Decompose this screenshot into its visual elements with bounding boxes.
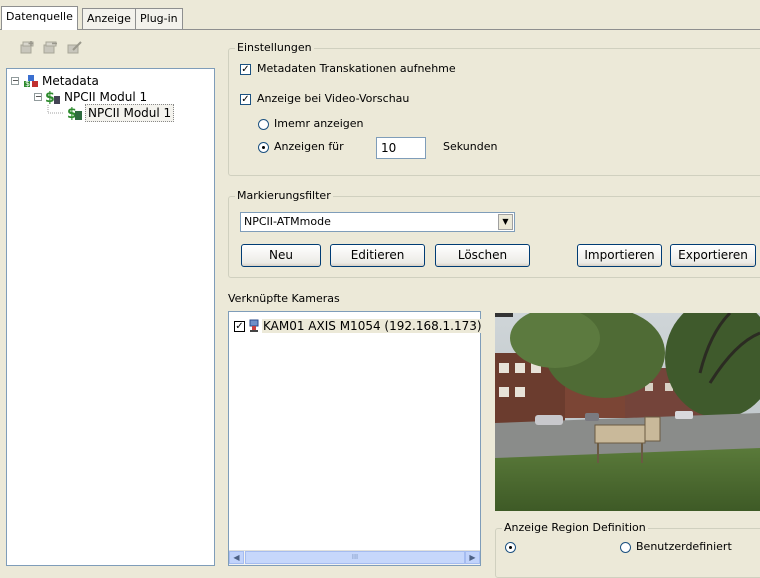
datasource-tree[interactable]: − $ Metadata − $ NPCII Modul 1 $ NPCII M…: [6, 68, 215, 566]
scroll-left-icon[interactable]: ◀: [229, 551, 244, 564]
tree-item-metadata[interactable]: − $ Metadata: [9, 73, 209, 89]
always-show-label: Imemr anzeigen: [274, 117, 364, 130]
delete-button[interactable]: Löschen: [435, 244, 530, 267]
einstellungen-title: Einstellungen: [235, 41, 314, 55]
tree-label-module-leaf: NPCII Modul 1: [85, 104, 175, 122]
tab-anzeige[interactable]: Anzeige: [82, 8, 136, 29]
region-default-radio[interactable]: [505, 542, 516, 553]
camera-checkbox[interactable]: ✓: [234, 321, 245, 332]
list-item[interactable]: ✓ KAM01 AXIS M1054 (192.168.1.173): [233, 319, 483, 335]
collapse-icon[interactable]: −: [34, 93, 42, 101]
collapse-icon[interactable]: −: [11, 77, 19, 85]
camera-list[interactable]: ✓ KAM01 AXIS M1054 (192.168.1.173) ◀ III…: [228, 311, 483, 566]
always-show-radio[interactable]: [258, 119, 269, 130]
remove-icon[interactable]: [43, 40, 59, 54]
tab-bar: Datenquelle Anzeige Plug-in: [0, 0, 760, 30]
tree-connector: [47, 105, 64, 114]
metadata-icon: $: [24, 75, 38, 88]
cameras-title: Verknüpfte Kameras: [228, 292, 340, 305]
markierungsfilter-title: Markierungsfilter: [235, 189, 333, 203]
add-icon[interactable]: [20, 40, 36, 54]
transactions-checkbox[interactable]: ✓: [240, 64, 251, 75]
svg-text:$: $: [25, 79, 30, 88]
new-button[interactable]: Neu: [241, 244, 321, 267]
module-leaf-icon: $: [67, 106, 82, 121]
camera-preview-image: [495, 313, 760, 511]
scroll-thumb[interactable]: III: [245, 551, 465, 564]
camera-icon: [249, 319, 259, 332]
einstellungen-group: Einstellungen ✓ Metadaten Transkationen …: [228, 41, 760, 176]
tab-datenquelle[interactable]: Datenquelle: [1, 6, 78, 30]
chevron-down-icon[interactable]: ▼: [498, 214, 513, 230]
markierungsfilter-group: Markierungsfilter NPCII-ATMmode ▼ Neu Ed…: [228, 189, 760, 278]
tree-label-module: NPCII Modul 1: [64, 90, 148, 104]
seconds-input[interactable]: 10: [376, 137, 426, 159]
preview-label: Anzeige bei Video-Vorschau: [257, 92, 410, 105]
show-for-label: Anzeigen für: [274, 140, 344, 153]
tree-item-module[interactable]: − $ NPCII Modul 1: [9, 89, 209, 105]
region-custom-radio[interactable]: [620, 542, 631, 553]
transactions-label: Metadaten Transkationen aufnehme: [257, 62, 456, 75]
svg-text:$: $: [45, 90, 55, 105]
filter-select-value: NPCII-ATMmode: [244, 215, 331, 228]
preview-checkbox[interactable]: ✓: [240, 94, 251, 105]
region-title: Anzeige Region Definition: [502, 521, 648, 535]
tab-plugin[interactable]: Plug-in: [135, 8, 183, 29]
region-custom-label: Benutzerdefiniert: [636, 540, 732, 553]
seconds-unit-label: Sekunden: [443, 140, 498, 153]
tree-label-metadata: Metadata: [42, 74, 99, 88]
scroll-right-icon[interactable]: ▶: [465, 551, 480, 564]
edit-icon[interactable]: [67, 40, 83, 54]
filter-select[interactable]: NPCII-ATMmode ▼: [240, 212, 515, 232]
export-button[interactable]: Exportieren: [670, 244, 756, 267]
horizontal-scrollbar[interactable]: ◀ III ▶: [229, 550, 480, 565]
import-button[interactable]: Importieren: [577, 244, 662, 267]
module-icon: $: [45, 90, 60, 105]
show-for-radio[interactable]: [258, 142, 269, 153]
camera-label: KAM01 AXIS M1054 (192.168.1.173): [262, 319, 483, 333]
edit-button[interactable]: Editieren: [330, 244, 425, 267]
tree-item-module-leaf[interactable]: $ NPCII Modul 1: [9, 104, 209, 122]
region-group: Anzeige Region Definition Benutzerdefini…: [495, 521, 760, 578]
